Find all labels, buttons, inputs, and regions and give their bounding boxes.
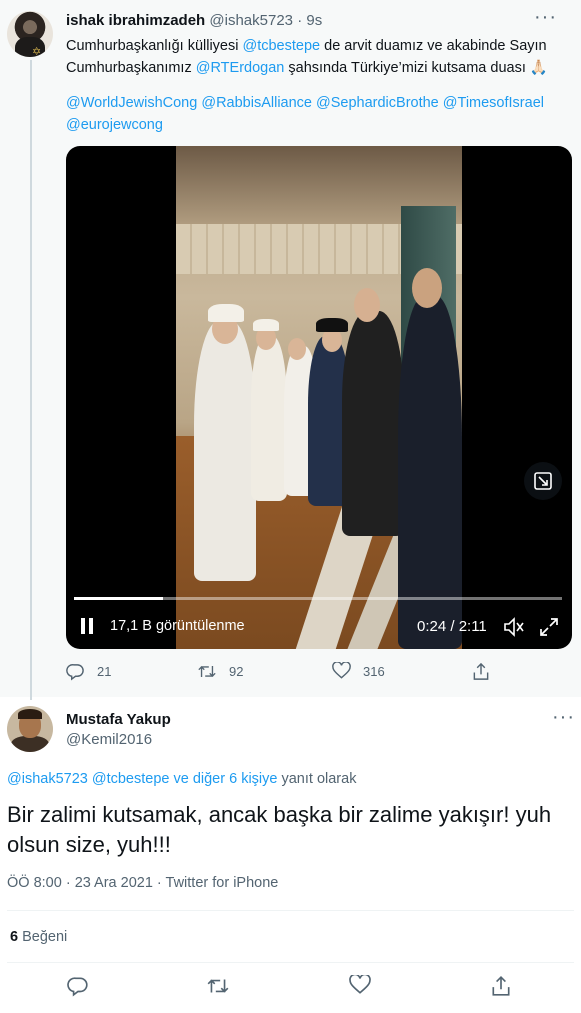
main-author-name[interactable]: Mustafa Yakup (66, 711, 171, 728)
mention-link[interactable]: @tcbestepe (243, 38, 321, 54)
reply-mentions[interactable]: @ishak5723 @tcbestepe (7, 771, 169, 787)
main-author-handle[interactable]: @Kemil2016 (66, 731, 152, 748)
parent-avatar[interactable]: ✡ (7, 11, 53, 57)
parent-tweet[interactable]: ✡ ishak ibrahimzadeh @ishak5723 · 9s ···… (0, 0, 581, 700)
main-tweet-timestamp[interactable]: ÖÖ 8:00 · 23 Ara 2021 · Twitter for iPho… (7, 875, 278, 891)
parent-dot: · (297, 12, 307, 29)
thread-line (30, 60, 32, 700)
tag-link[interactable]: @WorldJewishCong (66, 95, 197, 111)
reply-icon (66, 664, 84, 681)
video-progress-bar[interactable] (74, 597, 562, 600)
parent-action-bar: 21 92 316 (66, 662, 566, 686)
like-icon (332, 662, 351, 679)
parent-tweet-text: Cumhurbaşkanlığı külliyesi @tcbestepe de… (66, 35, 566, 79)
fullscreen-icon[interactable] (538, 616, 560, 643)
divider (7, 962, 574, 963)
parent-author-handle[interactable]: @ishak5723 (209, 12, 293, 29)
replying-to: @ishak5723 @tcbestepe ve diğer 6 kişiye … (7, 771, 356, 787)
retweet-count: 92 (229, 664, 244, 679)
like-icon (349, 973, 371, 994)
main-reply-button[interactable] (67, 975, 89, 1002)
pause-icon[interactable] (80, 618, 96, 634)
like-button[interactable]: 316 (332, 662, 385, 680)
main-retweet-button[interactable] (206, 975, 230, 1002)
likes-count: 6 (10, 929, 19, 945)
retweet-icon (207, 979, 229, 993)
video-player[interactable]: 17,1 B görüntülenme 0:24 / 2:11 (66, 146, 572, 649)
mention-link[interactable]: @RTErdogan (196, 60, 285, 76)
main-tweet-text: Bir zalimi kutsamak, ancak başka bir zal… (7, 802, 552, 857)
like-count: 316 (363, 663, 385, 679)
parent-more-icon[interactable]: ··· (534, 6, 557, 29)
retweet-icon (198, 665, 216, 678)
parent-header: ishak ibrahimzadeh @ishak5723 · 9s (66, 12, 322, 29)
tag-link[interactable]: @TimesofIsrael (443, 95, 544, 111)
reply-others[interactable]: ve diğer 6 kişiye (169, 771, 277, 787)
share-icon (492, 976, 510, 996)
main-action-bar (0, 973, 581, 1002)
parent-time[interactable]: 9s (306, 12, 322, 29)
parent-text-part: Cumhurbaşkanlığı külliyesi (66, 38, 243, 54)
mute-icon[interactable] (502, 616, 526, 643)
video-views: 17,1 B görüntülenme (110, 618, 245, 634)
main-like-button[interactable] (349, 973, 371, 1000)
likes-summary[interactable]: 6 Beğeni (10, 929, 67, 945)
parent-author-name[interactable]: ishak ibrahimzadeh (66, 12, 205, 29)
video-frame (176, 146, 462, 649)
share-button[interactable] (472, 662, 490, 681)
tag-link[interactable]: @eurojewcong (66, 117, 163, 133)
video-progress-fill (74, 597, 164, 600)
parent-tags: @WorldJewishCong @RabbisAlliance @Sephar… (66, 92, 566, 136)
tag-link[interactable]: @SephardicBrothe (316, 95, 439, 111)
share-icon (473, 662, 489, 680)
likes-label: Beğeni (22, 929, 68, 945)
main-more-icon[interactable]: ··· (552, 706, 575, 729)
reply-count: 21 (97, 664, 112, 679)
retweet-button[interactable]: 92 (197, 662, 243, 681)
reply-icon (67, 977, 88, 997)
reply-suffix: yanıt olarak (277, 771, 357, 787)
tag-link[interactable]: @RabbisAlliance (201, 95, 312, 111)
pip-icon[interactable] (524, 462, 562, 500)
main-avatar[interactable] (7, 706, 53, 752)
parent-text-part: şahsında Türkiye’mizi kutsama duası 🙏🏻 (284, 60, 548, 76)
main-share-button[interactable] (491, 975, 511, 1002)
divider (7, 910, 574, 911)
video-time: 0:24 / 2:11 (417, 618, 487, 635)
reply-button[interactable]: 21 (66, 662, 111, 681)
